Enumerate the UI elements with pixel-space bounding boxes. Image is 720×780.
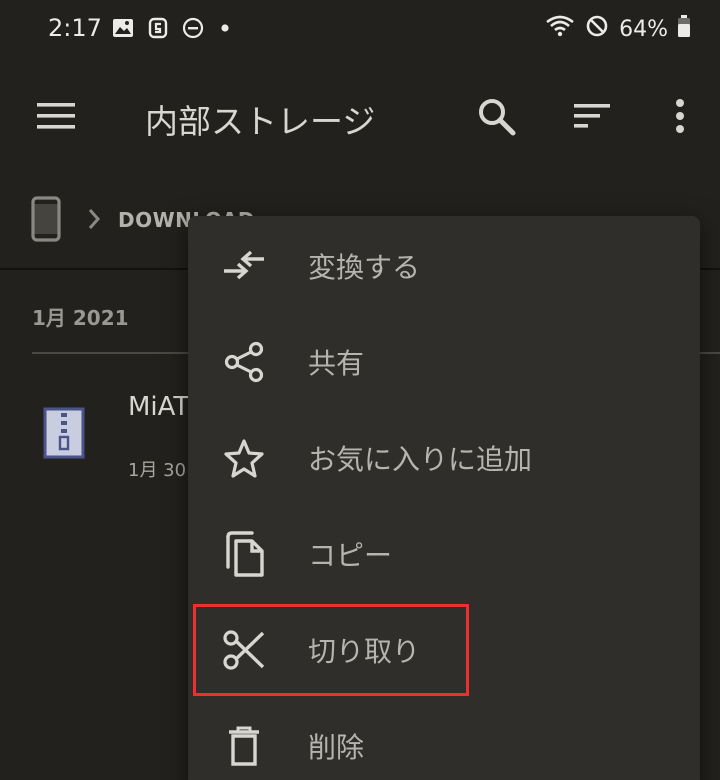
zip-file-icon <box>42 406 86 460</box>
convert-icon <box>220 242 268 290</box>
status-icons-left <box>112 17 232 43</box>
battery-text: 64% <box>619 16 668 42</box>
menu-item-delete[interactable]: 削除 <box>188 698 700 780</box>
copy-icon <box>220 530 268 578</box>
app-icon <box>148 17 168 43</box>
search-icon[interactable] <box>474 94 518 138</box>
menu-item-share[interactable]: 共有 <box>188 314 700 410</box>
delete-icon <box>220 722 268 770</box>
gallery-icon <box>112 18 134 42</box>
menu-label-copy: コピー <box>308 539 393 572</box>
menu-item-copy[interactable]: コピー <box>188 506 700 602</box>
menu-item-favorite[interactable]: お気に入りに追加 <box>188 410 700 506</box>
status-bar: 2:17 64% <box>0 0 720 60</box>
menu-label-convert: 変換する <box>308 251 421 284</box>
status-icons-right: 64% <box>545 14 690 44</box>
blocked-icon <box>585 14 609 44</box>
menu-label-delete: 削除 <box>308 731 365 764</box>
more-vert-icon[interactable] <box>664 94 696 138</box>
dnd-icon <box>182 17 204 43</box>
app-bar: 内部ストレージ <box>0 60 720 172</box>
highlight-box <box>193 604 469 696</box>
dot-icon <box>218 17 232 43</box>
wifi-icon <box>545 14 575 44</box>
battery-icon <box>678 15 690 43</box>
section-header: 1月 2021 <box>32 306 129 330</box>
status-time: 2:17 <box>48 14 102 42</box>
menu-icon[interactable] <box>32 96 80 136</box>
star-icon <box>220 434 268 482</box>
menu-label-favorite: お気に入りに追加 <box>308 443 533 476</box>
sort-icon[interactable] <box>570 98 614 134</box>
phone-icon[interactable] <box>30 196 62 242</box>
share-icon <box>220 338 268 386</box>
menu-label-share: 共有 <box>308 347 365 380</box>
file-name: MiAT <box>128 392 190 422</box>
chevron-right-icon <box>84 204 104 234</box>
file-date: 1月 30 <box>128 460 187 481</box>
menu-item-convert[interactable]: 変換する <box>188 218 700 314</box>
page-title: 内部ストレージ <box>145 102 376 141</box>
